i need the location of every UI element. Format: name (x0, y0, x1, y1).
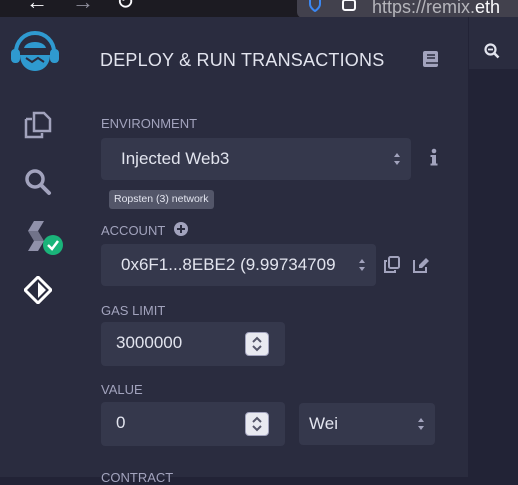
environment-select[interactable]: Injected Web3 (101, 138, 411, 180)
account-value: 0x6F1...8EBE2 (9.99734709 (121, 255, 336, 274)
deploy-run-panel: DEPLOY & RUN TRANSACTIONS ENVIRONMENT In… (70, 17, 468, 485)
page-title: DEPLOY & RUN TRANSACTIONS (100, 50, 385, 70)
reload-button[interactable]: ↻ (116, 0, 134, 13)
copy-icon[interactable] (384, 256, 400, 278)
editor-area (469, 17, 518, 477)
edit-icon[interactable] (413, 257, 430, 278)
select-arrows-icon (359, 259, 365, 271)
file-explorer-icon[interactable] (24, 111, 52, 139)
shield-icon (309, 0, 321, 12)
url-bar[interactable]: https://remix.eth (297, 0, 518, 17)
value-unit: Wei (309, 414, 338, 433)
network-badge: Ropsten (3) network (109, 190, 214, 209)
url-domain: eth (475, 0, 501, 17)
remix-logo-icon[interactable] (10, 28, 60, 74)
documentation-icon[interactable] (423, 51, 438, 72)
select-arrows-icon (394, 153, 400, 165)
value-stepper[interactable] (245, 412, 269, 436)
select-arrows-icon (418, 418, 424, 430)
search-icon[interactable] (24, 168, 52, 196)
environment-label: ENVIRONMENT (101, 116, 198, 131)
icon-panel (0, 17, 71, 477)
url-host: https://remix. (372, 0, 476, 17)
contract-label: CONTRACT (101, 470, 174, 485)
gas-limit-stepper[interactable] (245, 332, 269, 356)
info-icon[interactable] (426, 148, 442, 168)
compiled-check-icon (43, 235, 63, 255)
value-input[interactable]: 0 (101, 402, 285, 446)
account-select[interactable]: 0x6F1...8EBE2 (9.99734709 (101, 244, 376, 286)
gas-limit-label: GAS LIMIT (101, 303, 166, 318)
gas-limit-input[interactable]: 3000000 (101, 322, 285, 366)
deploy-run-icon[interactable] (22, 274, 54, 306)
editor-toolbar (469, 17, 518, 69)
value-label: VALUE (101, 382, 143, 397)
zoom-icon[interactable] (484, 43, 500, 64)
back-button[interactable]: ← (26, 0, 48, 13)
value-amount: 0 (116, 413, 126, 432)
forward-button[interactable]: → (72, 0, 94, 13)
environment-value: Injected Web3 (121, 149, 230, 168)
value-unit-select[interactable]: Wei (299, 403, 435, 445)
browser-toolbar: ← → ↻ https://remix.eth (0, 0, 518, 17)
lock-icon (342, 0, 356, 11)
solidity-compiler-icon[interactable] (24, 221, 64, 259)
url-text: https://remix.eth (372, 0, 500, 17)
gas-limit-value: 3000000 (116, 333, 183, 352)
account-label: ACCOUNT (101, 223, 166, 238)
add-account-icon[interactable] (174, 222, 188, 241)
